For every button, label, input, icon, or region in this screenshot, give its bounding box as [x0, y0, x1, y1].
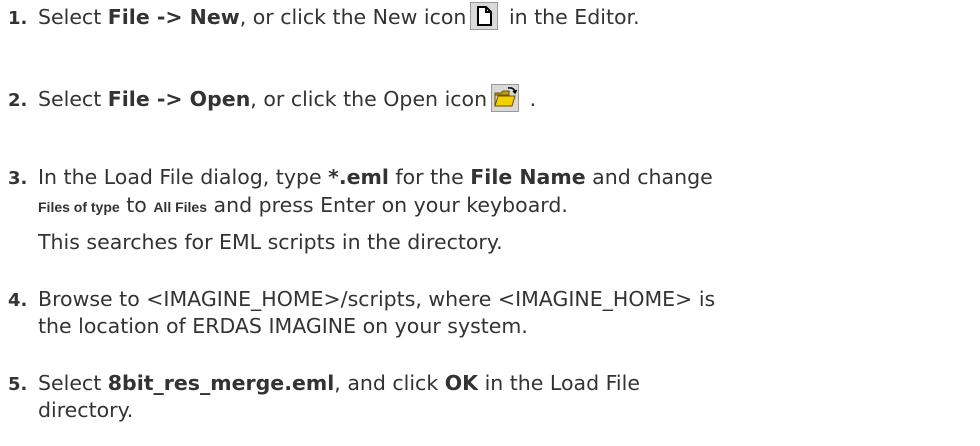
step-2: 2. Select File -> Open, or click the Open… — [8, 84, 537, 114]
step-text: , or click the Open icon — [250, 87, 488, 111]
step-number: 2. — [8, 90, 28, 111]
step-text: for the — [388, 165, 471, 189]
step-5-line-2: directory. — [38, 398, 134, 422]
step-text: and press Enter on your keyboard. — [207, 193, 568, 217]
field-value: All Files — [153, 199, 207, 215]
menu-path: File -> Open — [107, 87, 251, 111]
step-text: In the Load File dialog, type — [38, 165, 329, 189]
step-text: , and click — [334, 371, 445, 395]
instruction-steps: 1. Select File -> New, or click the New i… — [0, 0, 980, 446]
step-text: to — [119, 193, 154, 217]
menu-path: File -> New — [107, 5, 240, 29]
step-3: 3. In the Load File dialog, type *.eml fo… — [8, 164, 713, 192]
step-number: 3. — [8, 168, 28, 189]
field-label: Files of type — [38, 199, 120, 215]
step-text: Browse to <IMAGINE_HOME>/scripts, where … — [38, 287, 716, 311]
step-4-line-2: the location of ERDAS IMAGINE on your sy… — [38, 314, 528, 338]
step-text: . — [523, 87, 537, 111]
step-number: 4. — [8, 290, 28, 311]
file-pattern: *.eml — [328, 165, 389, 189]
step-text: and change — [585, 165, 713, 189]
open-folder-icon — [491, 84, 520, 112]
step-number: 5. — [8, 374, 28, 395]
field-name: File Name — [470, 165, 586, 189]
step-text: Select — [38, 87, 108, 111]
step-3-line-2: Files of type to All Files and press Ent… — [38, 192, 568, 221]
step-3-note: This searches for EML scripts in the dir… — [38, 230, 503, 254]
step-number: 1. — [8, 8, 28, 29]
step-text: Select — [38, 5, 108, 29]
ok-button-name: OK — [444, 371, 479, 395]
step-text: , or click the New icon — [239, 5, 467, 29]
new-file-icon — [470, 2, 499, 30]
script-filename: 8bit_res_merge.eml — [107, 371, 335, 395]
step-text: in the Editor. — [502, 5, 640, 29]
step-5: 5. Select 8bit_res_merge.eml, and click O… — [8, 370, 640, 398]
step-4: 4. Browse to <IMAGINE_HOME>/scripts, wher… — [8, 286, 715, 314]
step-text: in the Load File — [478, 371, 640, 395]
step-1: 1. Select File -> New, or click the New i… — [8, 2, 640, 32]
step-text: Select — [38, 371, 108, 395]
